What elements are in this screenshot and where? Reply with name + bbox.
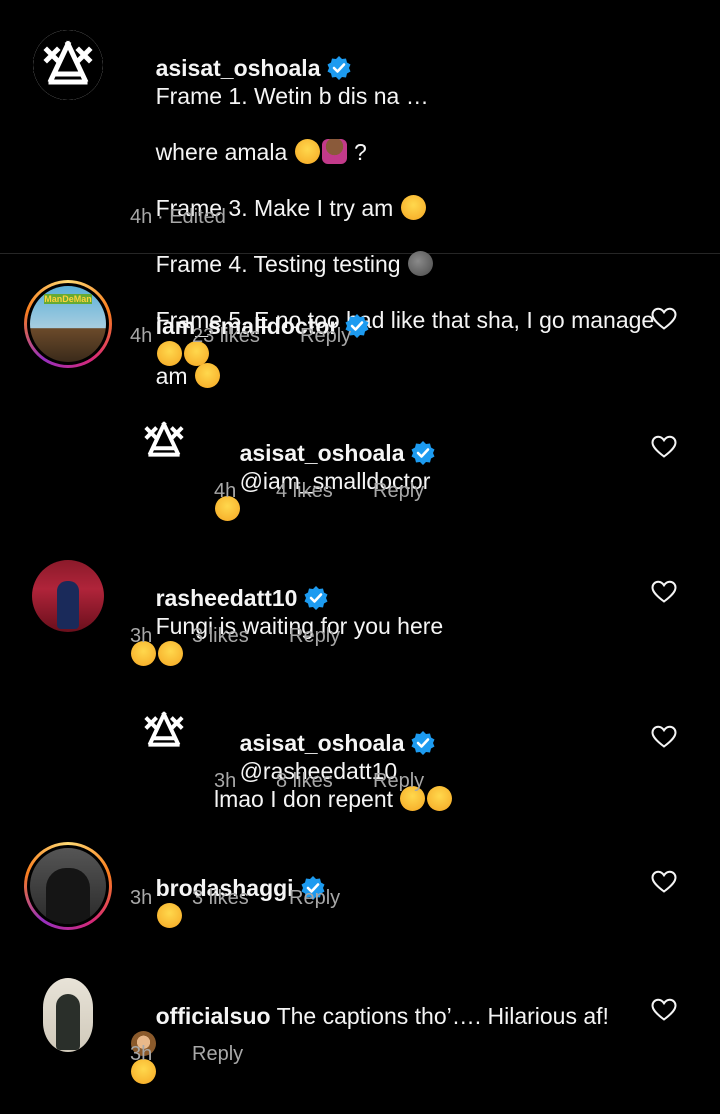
avatar[interactable] — [136, 703, 192, 759]
new-moon-face-icon — [407, 251, 433, 276]
heart-outline-icon[interactable] — [651, 580, 677, 604]
person-shrugging-icon — [321, 139, 347, 164]
logo-icon — [33, 30, 103, 100]
caption-line-3: ? — [347, 139, 367, 165]
avatar-figure — [57, 581, 79, 629]
reply-button[interactable]: Reply — [192, 1042, 243, 1066]
heart-outline-icon[interactable] — [651, 870, 677, 894]
reply-button[interactable]: Reply — [289, 624, 340, 648]
comment-time: 4h — [214, 480, 237, 502]
comment-time: 3h — [130, 625, 153, 647]
comment-likes[interactable]: 23 likes — [192, 324, 260, 348]
heart-outline-icon[interactable] — [651, 998, 677, 1022]
comment-time: 3h — [130, 887, 153, 909]
comment-meta: 3h 3 likes Reply — [130, 624, 430, 648]
heart-outline-icon[interactable] — [651, 725, 677, 749]
comment-item: ManDeMan iam_smalldoctor 4h 23 likes Rep… — [0, 280, 720, 390]
reply-button[interactable]: Reply — [289, 886, 340, 910]
story-ring[interactable]: ManDeMan — [24, 280, 112, 368]
comment-meta: 4h 23 likes Reply — [130, 324, 530, 348]
caption-edited: · Edited — [157, 206, 226, 228]
verified-badge-icon — [411, 441, 435, 465]
avatar-figure — [56, 994, 80, 1050]
verified-badge-icon — [304, 586, 328, 610]
comment-meta: 4h 4 likes Reply — [214, 479, 514, 503]
comment-item: rasheedatt10 Fungi is waiting for you he… — [0, 553, 720, 666]
comment-item: brodashaggi 3h 3 likes Reply — [0, 842, 720, 952]
avatar-label: ManDeMan — [44, 294, 92, 304]
comment-reply-item: asisat_oshoala @iam_smalldoctor 4h 4 lik… — [0, 408, 720, 521]
caption-line-5: Frame 4. Testing testing — [155, 251, 407, 277]
avatar — [30, 848, 106, 924]
avatar: ManDeMan — [30, 286, 106, 362]
face-rolling-eyes-icon — [294, 139, 320, 164]
avatar[interactable] — [32, 560, 104, 632]
comment-meta: 3h 3 likes Reply — [130, 886, 430, 910]
comment-body: The captions tho’…. Hilarious af! — [276, 1003, 609, 1029]
comment-likes[interactable]: 8 likes — [276, 769, 333, 793]
comment-time: 3h — [214, 770, 237, 792]
logo-icon — [136, 413, 192, 469]
caption-line-1: Frame 1. Wetin b dis na … — [155, 83, 429, 109]
verified-badge-icon — [327, 56, 351, 80]
comment-username[interactable]: officialsuo — [156, 1003, 271, 1029]
comment-meta: 3h Reply — [130, 1042, 430, 1066]
comment-likes[interactable]: 3 likes — [192, 624, 249, 648]
avatar[interactable] — [33, 30, 103, 100]
logo-icon — [136, 703, 192, 759]
comment-username[interactable]: asisat_oshoala — [240, 730, 405, 756]
comment-likes[interactable]: 3 likes — [192, 886, 249, 910]
comment-likes[interactable]: 4 likes — [276, 479, 333, 503]
reply-button[interactable]: Reply — [373, 769, 424, 793]
post-caption: asisat_oshoala Frame 1. Wetin b dis na …… — [0, 0, 720, 389]
comment-item: officialsuo The captions tho’…. Hilariou… — [0, 972, 720, 1084]
avatar[interactable] — [136, 413, 192, 469]
story-ring[interactable] — [24, 842, 112, 930]
comment-username[interactable]: rasheedatt10 — [156, 585, 298, 611]
caption-time: 4h — [130, 206, 153, 228]
avatar[interactable] — [43, 978, 93, 1052]
reply-button[interactable]: Reply — [373, 479, 424, 503]
verified-badge-icon — [411, 731, 435, 755]
caption-meta: 4h · Edited — [130, 205, 430, 229]
comment-meta: 3h 8 likes Reply — [214, 769, 514, 793]
comment-time: 3h — [130, 1043, 153, 1065]
reply-button[interactable]: Reply — [300, 324, 351, 348]
comment-username[interactable]: asisat_oshoala — [240, 440, 405, 466]
heart-outline-icon[interactable] — [651, 435, 677, 459]
heart-outline-icon[interactable] — [651, 307, 677, 331]
caption-line-2: where amala — [155, 139, 288, 165]
comment-time: 4h — [130, 325, 153, 347]
comment-reply-item: asisat_oshoala @rasheedatt10 lmao I don r… — [0, 698, 720, 812]
caption-username[interactable]: asisat_oshoala — [156, 55, 321, 81]
avatar-figure — [46, 868, 90, 924]
